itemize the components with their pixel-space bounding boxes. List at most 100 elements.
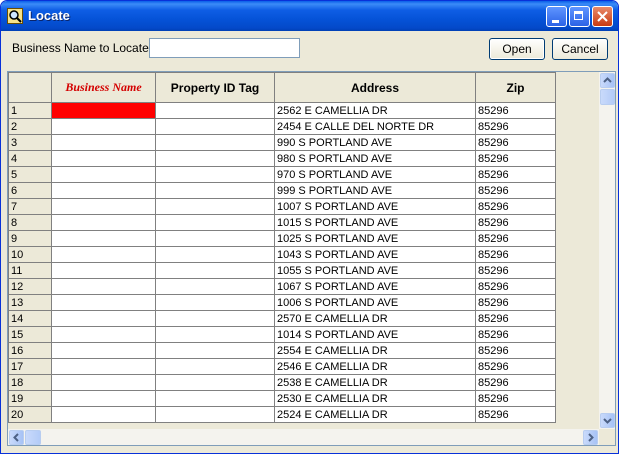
business-name-cell[interactable] (51, 310, 156, 327)
property-id-tag-cell[interactable] (155, 310, 275, 327)
property-id-tag-cell[interactable] (155, 198, 275, 215)
table-row[interactable]: 3 990 S PORTLAND AVE 85296 (8, 134, 556, 151)
maximize-button[interactable] (569, 6, 590, 27)
property-id-tag-cell[interactable] (155, 262, 275, 279)
scroll-left-button[interactable] (9, 430, 24, 445)
row-number-cell[interactable]: 4 (8, 150, 52, 167)
property-id-tag-cell[interactable] (155, 326, 275, 343)
horizontal-scrollbar[interactable] (8, 429, 599, 445)
business-name-cell[interactable] (51, 118, 156, 135)
address-cell[interactable]: 1067 S PORTLAND AVE (274, 278, 476, 295)
row-number-cell[interactable]: 5 (8, 166, 52, 183)
zip-cell[interactable]: 85296 (475, 150, 556, 167)
business-name-cell[interactable] (51, 230, 156, 247)
open-button[interactable]: Open (489, 38, 545, 60)
address-cell[interactable]: 1043 S PORTLAND AVE (274, 246, 476, 263)
business-name-cell[interactable] (51, 406, 156, 423)
table-row[interactable]: 2 2454 E CALLE DEL NORTE DR 85296 (8, 118, 556, 135)
address-cell[interactable]: 2570 E CAMELLIA DR (274, 310, 476, 327)
business-name-cell[interactable] (51, 262, 156, 279)
table-row[interactable]: 19 2530 E CAMELLIA DR 85296 (8, 390, 556, 407)
business-name-cell[interactable] (51, 134, 156, 151)
zip-cell[interactable]: 85296 (475, 246, 556, 263)
business-name-cell[interactable] (51, 150, 156, 167)
business-name-cell[interactable] (51, 166, 156, 183)
title-bar[interactable]: Locate (1, 1, 618, 31)
table-row[interactable]: 5 970 S PORTLAND AVE 85296 (8, 166, 556, 183)
business-name-cell[interactable] (51, 278, 156, 295)
business-name-cell[interactable] (51, 374, 156, 391)
property-id-tag-cell[interactable] (155, 406, 275, 423)
row-number-cell[interactable]: 18 (8, 374, 52, 391)
address-cell[interactable]: 2562 E CAMELLIA DR (274, 102, 476, 119)
corner-header[interactable] (8, 72, 52, 103)
horizontal-scroll-thumb[interactable] (25, 430, 41, 445)
table-row[interactable]: 9 1025 S PORTLAND AVE 85296 (8, 230, 556, 247)
table-row[interactable]: 18 2538 E CAMELLIA DR 85296 (8, 374, 556, 391)
property-id-tag-cell[interactable] (155, 294, 275, 311)
address-cell[interactable]: 2454 E CALLE DEL NORTE DR (274, 118, 476, 135)
zip-cell[interactable]: 85296 (475, 390, 556, 407)
table-row[interactable]: 10 1043 S PORTLAND AVE 85296 (8, 246, 556, 263)
property-id-tag-cell[interactable] (155, 390, 275, 407)
row-number-cell[interactable]: 11 (8, 262, 52, 279)
property-id-tag-cell[interactable] (155, 102, 275, 119)
zip-cell[interactable]: 85296 (475, 374, 556, 391)
scroll-up-button[interactable] (600, 73, 615, 88)
table-row[interactable]: 16 2554 E CAMELLIA DR 85296 (8, 342, 556, 359)
business-name-input[interactable] (149, 38, 300, 58)
business-name-cell[interactable] (51, 182, 156, 199)
zip-cell[interactable]: 85296 (475, 166, 556, 183)
cancel-button[interactable]: Cancel (552, 38, 608, 60)
property-id-tag-cell[interactable] (155, 134, 275, 151)
zip-cell[interactable]: 85296 (475, 230, 556, 247)
row-number-cell[interactable]: 16 (8, 342, 52, 359)
zip-cell[interactable]: 85296 (475, 326, 556, 343)
address-cell[interactable]: 2538 E CAMELLIA DR (274, 374, 476, 391)
property-id-tag-cell[interactable] (155, 230, 275, 247)
address-cell[interactable]: 2546 E CAMELLIA DR (274, 358, 476, 375)
table-row[interactable]: 7 1007 S PORTLAND AVE 85296 (8, 198, 556, 215)
row-number-cell[interactable]: 13 (8, 294, 52, 311)
address-cell[interactable]: 1015 S PORTLAND AVE (274, 214, 476, 231)
column-header-property-id-tag[interactable]: Property ID Tag (155, 72, 275, 103)
row-number-cell[interactable]: 19 (8, 390, 52, 407)
business-name-cell[interactable] (51, 198, 156, 215)
business-name-cell[interactable] (51, 294, 156, 311)
row-number-cell[interactable]: 12 (8, 278, 52, 295)
property-id-tag-cell[interactable] (155, 246, 275, 263)
minimize-button[interactable] (546, 6, 567, 27)
business-name-cell[interactable] (51, 102, 156, 119)
property-id-tag-cell[interactable] (155, 374, 275, 391)
business-name-cell[interactable] (51, 390, 156, 407)
zip-cell[interactable]: 85296 (475, 134, 556, 151)
address-cell[interactable]: 2554 E CAMELLIA DR (274, 342, 476, 359)
address-cell[interactable]: 2530 E CAMELLIA DR (274, 390, 476, 407)
property-id-tag-cell[interactable] (155, 182, 275, 199)
close-button[interactable] (592, 6, 613, 27)
zip-cell[interactable]: 85296 (475, 406, 556, 423)
address-cell[interactable]: 990 S PORTLAND AVE (274, 134, 476, 151)
row-number-cell[interactable]: 9 (8, 230, 52, 247)
row-number-cell[interactable]: 14 (8, 310, 52, 327)
zip-cell[interactable]: 85296 (475, 310, 556, 327)
business-name-cell[interactable] (51, 246, 156, 263)
table-row[interactable]: 12 1067 S PORTLAND AVE 85296 (8, 278, 556, 295)
table-row[interactable]: 1 2562 E CAMELLIA DR 85296 (8, 102, 556, 119)
zip-cell[interactable]: 85296 (475, 342, 556, 359)
row-number-cell[interactable]: 6 (8, 182, 52, 199)
business-name-cell[interactable] (51, 326, 156, 343)
property-id-tag-cell[interactable] (155, 214, 275, 231)
table-row[interactable]: 6 999 S PORTLAND AVE 85296 (8, 182, 556, 199)
business-name-cell[interactable] (51, 358, 156, 375)
vertical-scrollbar[interactable] (599, 72, 615, 429)
property-id-tag-cell[interactable] (155, 150, 275, 167)
zip-cell[interactable]: 85296 (475, 278, 556, 295)
address-cell[interactable]: 1014 S PORTLAND AVE (274, 326, 476, 343)
row-number-cell[interactable]: 2 (8, 118, 52, 135)
address-cell[interactable]: 1055 S PORTLAND AVE (274, 262, 476, 279)
row-number-cell[interactable]: 20 (8, 406, 52, 423)
address-cell[interactable]: 1007 S PORTLAND AVE (274, 198, 476, 215)
zip-cell[interactable]: 85296 (475, 262, 556, 279)
column-header-business-name[interactable]: Business Name (51, 72, 156, 103)
